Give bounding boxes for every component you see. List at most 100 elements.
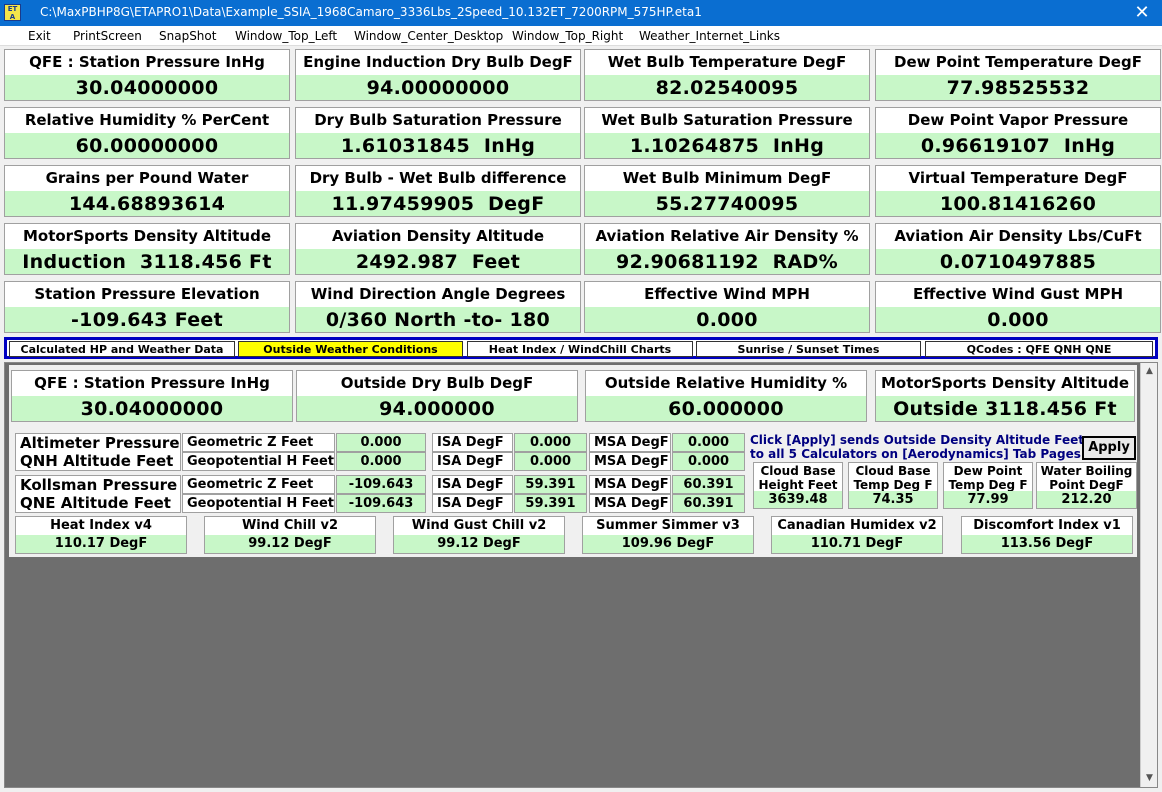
qnh-geometric-msa-value: 0.000 (672, 433, 745, 452)
gauge-label: Engine Induction Dry Bulb DegF (295, 49, 581, 75)
qne-geopotential-isa-value: 59.391 (514, 494, 587, 513)
menu-window-top-left[interactable]: Window_Top_Left (235, 29, 337, 43)
gauge-label: Wet Bulb Saturation Pressure (584, 107, 870, 133)
menu-window-center-desktop[interactable]: Window_Center_Desktop (354, 29, 503, 43)
gauge-effective-wind-mph: Effective Wind MPH 0.000 (584, 281, 870, 335)
gauge-label: Effective Wind Gust MPH (875, 281, 1161, 307)
outside-label: QFE : Station Pressure InHg (11, 370, 293, 396)
qne-geometric-isa-value: 59.391 (514, 475, 587, 494)
tab-qcodes[interactable]: QCodes : QFE QNH QNE (925, 341, 1153, 357)
tab-strip: Calculated HP and Weather Data Outside W… (4, 337, 1158, 359)
qne-geopotential-msa-value: 60.391 (672, 494, 745, 513)
wind-chill-label: Wind Chill v2 (204, 516, 376, 535)
summer-simmer: Summer Simmer v3 109.96 DegF (582, 516, 754, 554)
tab-calculated-hp[interactable]: Calculated HP and Weather Data (9, 341, 235, 357)
gauge-wet-bulb-temperature-degf: Wet Bulb Temperature DegF 82.02540095 (584, 49, 870, 103)
canadian-humidex: Canadian Humidex v2 110.71 DegF (771, 516, 943, 554)
heat-index: Heat Index v4 110.17 DegF (15, 516, 187, 554)
outside-weather-content: QFE : Station Pressure InHg 30.04000000 Ou… (9, 365, 1137, 557)
vertical-scrollbar[interactable]: ▲ ▼ (1140, 363, 1157, 787)
wind-gust-chill-label: Wind Gust Chill v2 (393, 516, 565, 535)
dew-point-temp-value: 77.99 (943, 491, 1033, 509)
wind-gust-chill: Wind Gust Chill v2 99.12 DegF (393, 516, 565, 554)
gauge-label: Wind Direction Angle Degrees (295, 281, 581, 307)
tab-heat-index-windchill[interactable]: Heat Index / WindChill Charts (467, 341, 693, 357)
apply-note: Click [Apply] sends Outside Density Alti… (750, 433, 1090, 461)
summer-simmer-label: Summer Simmer v3 (582, 516, 754, 535)
qnh-geometric-isa-label: ISA DegF (432, 433, 513, 452)
gauge-value: 0/360 North -to- 180 (295, 307, 581, 333)
qnh-geopotential-msa-value: 0.000 (672, 452, 745, 471)
qnh-geopotential-msa-label: MSA DegF (589, 452, 671, 471)
cloud-base-temp: Cloud Base Temp Deg F 74.35 (848, 462, 938, 510)
gauge-value: 94.00000000 (295, 75, 581, 101)
qne-geopotential-value: -109.643 (336, 494, 426, 513)
gauge-value: 1.10264875 InHg (584, 133, 870, 159)
water-boiling-point: Water Boiling Point DegF 212.20 (1036, 462, 1137, 510)
gauge-label: Station Pressure Elevation (4, 281, 290, 307)
close-icon[interactable]: ✕ (1130, 2, 1154, 24)
qnh-geometric-isa-value: 0.000 (514, 433, 587, 452)
menu-weather-internet-links[interactable]: Weather_Internet_Links (639, 29, 780, 43)
gauge-qfe-station-pressure-inhg: QFE : Station Pressure InHg 30.04000000 (4, 49, 290, 103)
gauge-value: 0.000 (875, 307, 1161, 333)
outside-value: 60.000000 (585, 396, 867, 422)
gauge-wind-direction-angle-degrees: Wind Direction Angle Degrees 0/360 North … (295, 281, 581, 335)
qnh-geopotential-value: 0.000 (336, 452, 426, 471)
scroll-down-icon[interactable]: ▼ (1141, 770, 1158, 787)
qne-geometric-label: Geometric Z Feet (182, 475, 335, 494)
heat-index-value: 110.17 DegF (15, 535, 187, 554)
gauge-value: 92.90681192 RAD% (584, 249, 870, 275)
qnh-geometric-msa-label: MSA DegF (589, 433, 671, 452)
qne-geopotential-msa-label: MSA DegF (589, 494, 671, 513)
wind-chill-value: 99.12 DegF (204, 535, 376, 554)
qne-geometric-msa-label: MSA DegF (589, 475, 671, 494)
gauge-aviation-air-density-lbs-cuft: Aviation Air Density Lbs/CuFt 0.071049788… (875, 223, 1161, 277)
qnh-geopotential-isa-value: 0.000 (514, 452, 587, 471)
gauge-value: 144.68893614 (4, 191, 290, 217)
qnh-geometric-value: 0.000 (336, 433, 426, 452)
apply-note-line2: to all 5 Calculators on [Aerodynamics] T… (750, 447, 1081, 461)
qnh-geopotential-label: Geopotential H Feet (182, 452, 335, 471)
app-icon: ET A (4, 4, 21, 21)
dew-point-temp-label: Dew Point Temp Deg F (943, 462, 1033, 491)
discomfort-index: Discomfort Index v1 113.56 DegF (961, 516, 1133, 554)
gauge-value: 60.00000000 (4, 133, 290, 159)
apply-button[interactable]: Apply (1082, 436, 1136, 460)
qne-label-line2: QNE Altitude Feet (20, 494, 171, 512)
gauge-aviation-relative-air-density: Aviation Relative Air Density % 92.906811… (584, 223, 870, 277)
outside-qfe-station-pressure-inhg: QFE : Station Pressure InHg 30.04000000 (11, 370, 293, 424)
outside-value: 30.04000000 (11, 396, 293, 422)
scroll-up-icon[interactable]: ▲ (1141, 363, 1158, 380)
menu-snapshot[interactable]: SnapShot (159, 29, 216, 43)
gauge-value: 0.000 (584, 307, 870, 333)
gauge-value: 82.02540095 (584, 75, 870, 101)
apply-note-line1: Click [Apply] sends Outside Density Alti… (750, 433, 1085, 447)
menu-exit[interactable]: Exit (28, 29, 51, 43)
gauge-aviation-density-altitude: Aviation Density Altitude 2492.987 Feet (295, 223, 581, 277)
tab-sunrise-sunset[interactable]: Sunrise / Sunset Times (696, 341, 921, 357)
outside-value: 94.000000 (296, 396, 578, 422)
gauge-value: 30.04000000 (4, 75, 290, 101)
outside-outside-dry-bulb-degf: Outside Dry Bulb DegF 94.000000 (296, 370, 578, 424)
cloud-base-height: Cloud Base Height Feet 3639.48 (753, 462, 843, 510)
gauge-label: Effective Wind MPH (584, 281, 870, 307)
window-title: C:\MaxPBHP8G\ETAPRO1\Data\Example_SSIA_1… (40, 5, 702, 19)
gauge-label: Aviation Relative Air Density % (584, 223, 870, 249)
wind-chill: Wind Chill v2 99.12 DegF (204, 516, 376, 554)
gauge-label: Wet Bulb Minimum DegF (584, 165, 870, 191)
gauge-value: 11.97459905 DegF (295, 191, 581, 217)
cloud-base-temp-label: Cloud Base Temp Deg F (848, 462, 938, 491)
gauge-value: 0.0710497885 (875, 249, 1161, 275)
gauge-grains-per-pound-water: Grains per Pound Water 144.68893614 (4, 165, 290, 219)
menu-printscreen[interactable]: PrintScreen (73, 29, 142, 43)
gauge-wet-bulb-saturation-pressure: Wet Bulb Saturation Pressure 1.10264875 I… (584, 107, 870, 161)
tab-outside-weather[interactable]: Outside Weather Conditions (238, 341, 463, 357)
gauge-wet-bulb-minimum-degf: Wet Bulb Minimum DegF 55.27740095 (584, 165, 870, 219)
menu-window-top-right[interactable]: Window_Top_Right (512, 29, 623, 43)
cloud-base-temp-value: 74.35 (848, 491, 938, 509)
outside-label: Outside Relative Humidity % (585, 370, 867, 396)
gauge-station-pressure-elevation: Station Pressure Elevation -109.643 Feet (4, 281, 290, 335)
qnh-label-line2: QNH Altitude Feet (20, 452, 174, 470)
gauge-label: Aviation Density Altitude (295, 223, 581, 249)
